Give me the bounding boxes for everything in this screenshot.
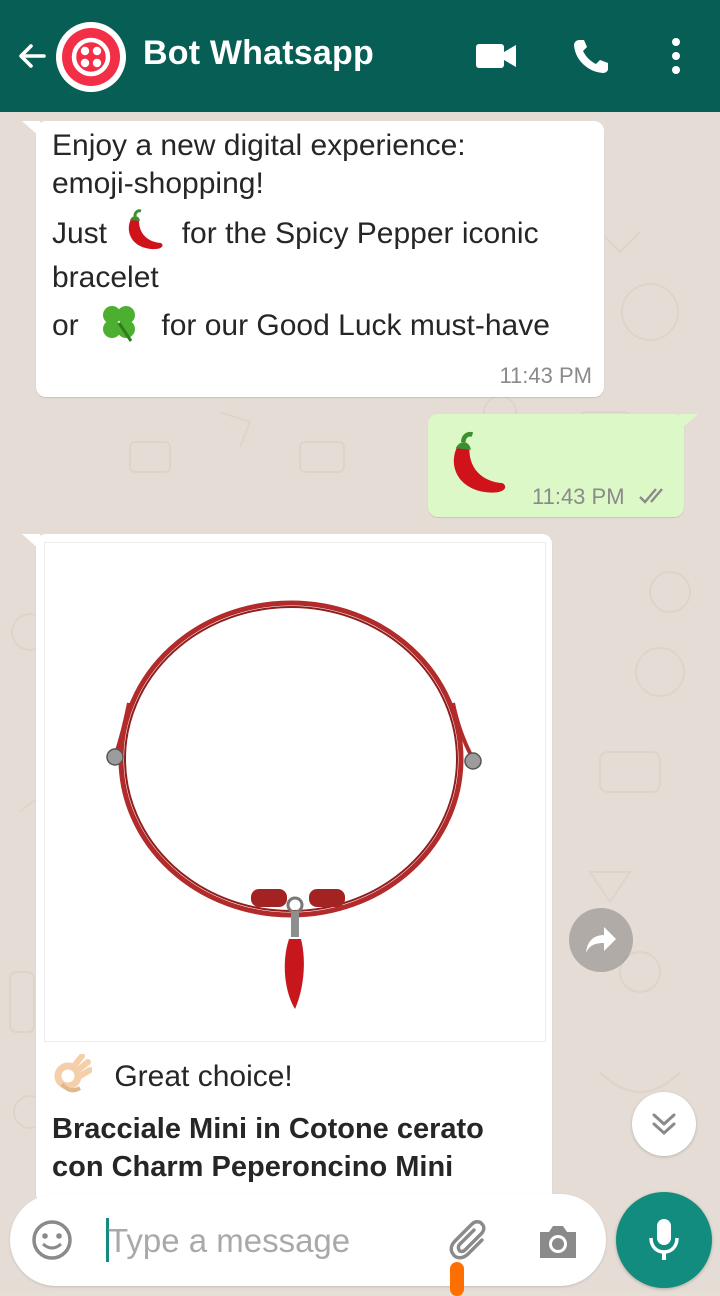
- system-indicator: [450, 1262, 464, 1296]
- forward-icon: [586, 927, 616, 953]
- message-line: for our Good Luck must-have: [161, 309, 550, 342]
- message-line: Just: [52, 217, 108, 250]
- outgoing-message[interactable]: 11:43 PM: [428, 414, 698, 517]
- bracelet-image: [106, 600, 482, 1009]
- emoji-icon[interactable]: [30, 1218, 74, 1262]
- mic-icon: [649, 1219, 679, 1260]
- double-chevron-down-icon: [652, 1113, 676, 1135]
- message-line: for the Spicy Pepper iconic: [181, 217, 539, 250]
- attach-icon[interactable]: [448, 1218, 494, 1264]
- scroll-to-bottom-button[interactable]: [632, 1092, 696, 1156]
- message-line: or: [52, 309, 79, 342]
- message-time: 11:43 PM: [532, 484, 625, 509]
- chat-area[interactable]: Enjoy a new digital experience: emoji-sh…: [0, 112, 720, 1292]
- card-caption: Great choice!: [114, 1060, 293, 1093]
- message-line: bracelet: [52, 261, 159, 294]
- avatar[interactable]: [56, 22, 126, 92]
- message-line: emoji-shopping!: [52, 167, 264, 200]
- phone-icon[interactable]: [570, 36, 614, 76]
- video-call-icon[interactable]: [474, 36, 518, 76]
- message-input[interactable]: Type a message: [108, 1222, 350, 1260]
- product-card-message[interactable]: Great choice! Bracciale Mini in Cotone c…: [22, 534, 552, 1204]
- message-line: Enjoy a new digital experience:: [52, 129, 466, 162]
- mic-button[interactable]: [616, 1192, 712, 1288]
- chat-header: Bot Whatsapp: [0, 0, 720, 112]
- chili-pepper-emoji: [453, 431, 506, 493]
- product-image[interactable]: [44, 542, 546, 1042]
- chili-pepper-emoji: [129, 209, 163, 250]
- chat-title[interactable]: Bot Whatsapp: [143, 34, 374, 73]
- four-leaf-clover-emoji: [103, 306, 136, 342]
- product-title: Bracciale Mini in Cotone cerato con Char…: [52, 1113, 484, 1183]
- more-vertical-icon[interactable]: [654, 36, 698, 76]
- message-input-bar: Type a message: [10, 1194, 606, 1286]
- back-arrow-icon[interactable]: [14, 38, 50, 74]
- incoming-message[interactable]: Enjoy a new digital experience: emoji-sh…: [22, 121, 604, 397]
- message-time: 11:43 PM: [499, 363, 592, 388]
- forward-button[interactable]: [569, 908, 633, 972]
- double-check-icon: [639, 488, 663, 504]
- twilio-logo: [62, 28, 120, 86]
- ok-hand-emoji: [54, 1053, 93, 1093]
- camera-icon[interactable]: [536, 1222, 580, 1262]
